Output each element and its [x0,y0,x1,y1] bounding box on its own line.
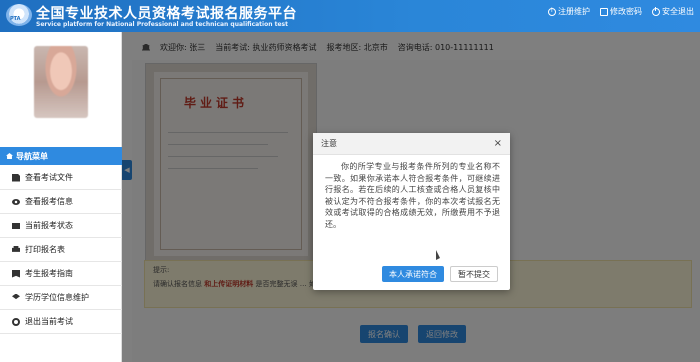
register-maintain-label: 注册维护 [558,7,590,16]
dialog-title: 注意 [321,139,337,148]
avatar [34,46,88,118]
sidebar: 导航菜单 查看考试文件 查看报考信息 当前报考状态 打印报名表 考生报考指南 学… [0,32,122,362]
edit-icon [600,7,608,16]
graduation-cap-icon [12,293,20,300]
top-links: 注册维护 修改密码 安全退出 [548,6,694,17]
sidebar-item-label: 考生报考指南 [25,269,73,278]
sidebar-item-exam-files[interactable]: 查看考试文件 [0,166,122,190]
eye-icon [12,198,20,205]
book-icon [12,269,20,278]
print-icon [12,245,20,252]
sidebar-item-label: 查看报考信息 [25,197,73,206]
document-icon [12,173,20,182]
mouse-cursor-icon [436,250,440,260]
monitor-icon [12,222,20,229]
sidebar-item-print-form[interactable]: 打印报名表 [0,238,122,262]
notice-dialog: 注意 × 你的所学专业与报考条件所列的专业名称不一致。如果你承诺本人符合报考条件… [313,133,510,290]
register-maintain-link[interactable]: 注册维护 [548,6,590,17]
dialog-message: 你的所学专业与报考条件所列的专业名称不一致。如果你承诺本人符合报考条件，可继续进… [325,162,500,229]
sidebar-item-education[interactable]: 学历学位信息维护 [0,286,122,310]
sidebar-item-label: 打印报名表 [25,245,65,254]
sidebar-item-status[interactable]: 当前报考状态 [0,214,122,238]
promise-eligible-button[interactable]: 本人承诺符合 [382,266,444,282]
menu-header: 导航菜单 [0,147,122,165]
sidebar-item-exit-exam[interactable]: 退出当前考试 [0,310,122,334]
logo-text: PTA [10,16,21,22]
info-icon [548,7,556,16]
sidebar-item-label: 学历学位信息维护 [25,293,89,302]
dialog-header: 注意 × [313,133,510,155]
exit-icon [12,317,20,326]
logout-label: 安全退出 [662,7,694,16]
sidebar-item-label: 退出当前考试 [25,317,73,326]
not-submit-button[interactable]: 暂不提交 [450,266,498,282]
sidebar-item-label: 当前报考状态 [25,221,73,230]
sidebar-item-label: 查看考试文件 [25,173,73,182]
close-icon[interactable]: × [494,138,502,149]
sidebar-item-guide[interactable]: 考生报考指南 [0,262,122,286]
logout-link[interactable]: 安全退出 [652,6,694,17]
change-password-label: 修改密码 [610,7,642,16]
home-icon [6,153,13,159]
menu-title: 导航菜单 [16,151,48,161]
logo: PTA [6,4,32,26]
power-icon [652,6,660,16]
top-header: PTA 全国专业技术人员资格考试报名服务平台 Service platform … [0,0,700,32]
dialog-footer: 本人承诺符合 暂不提交 [382,266,498,282]
site-subtitle: Service platform for National Profession… [36,21,288,28]
site-title: 全国专业技术人员资格考试报名服务平台 [36,6,297,22]
change-password-link[interactable]: 修改密码 [600,6,642,17]
sidebar-menu: 查看考试文件 查看报考信息 当前报考状态 打印报名表 考生报考指南 学历学位信息… [0,166,122,334]
sidebar-item-view-registration[interactable]: 查看报考信息 [0,190,122,214]
